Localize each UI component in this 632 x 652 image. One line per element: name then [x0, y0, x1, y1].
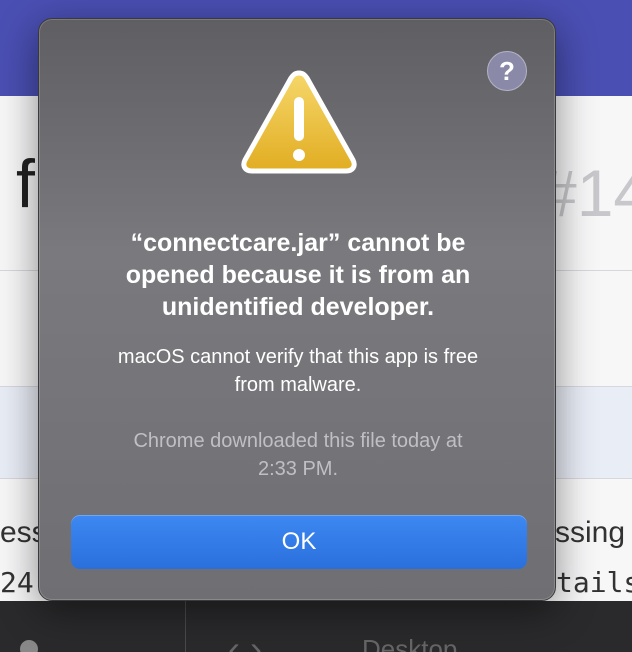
background-title-fragment: f [16, 146, 35, 222]
help-button[interactable]: ? [487, 51, 527, 91]
background-mono-fragment: 24 [0, 566, 34, 599]
background-nav-arrows: ‹ › [228, 628, 262, 652]
background-mono-fragment: tails [556, 566, 632, 599]
background-toolbar-divider [185, 601, 186, 652]
dialog-message-line: macOS cannot verify that this app is fre… [117, 346, 479, 368]
download-info-line: Chrome downloaded this file today at [133, 430, 463, 452]
dialog-title-line: opened because it is from an [125, 261, 471, 289]
dialog-message-line: from malware. [234, 374, 362, 396]
security-alert-dialog: ? “connectcare.jar” cannot be opened bec… [38, 18, 556, 601]
background-folder-label: Desktop [362, 634, 458, 652]
warning-icon [241, 70, 357, 174]
dialog-message: macOS cannot verify that this app is fre… [69, 343, 527, 399]
dialog-title-line: “connectcare.jar” cannot be [130, 229, 466, 257]
dialog-title-line: unidentified developer. [161, 293, 435, 321]
download-info: Chrome downloaded this file today at 2:3… [69, 427, 527, 483]
dialog-title: “connectcare.jar” cannot be opened becau… [69, 227, 527, 323]
download-info-line: 2:33 PM. [257, 458, 339, 480]
background-text-fragment: ssing [555, 516, 626, 549]
background-toolbar-dot-icon [20, 640, 38, 652]
background-toolbar [0, 601, 632, 652]
ok-button[interactable]: OK [71, 515, 527, 569]
